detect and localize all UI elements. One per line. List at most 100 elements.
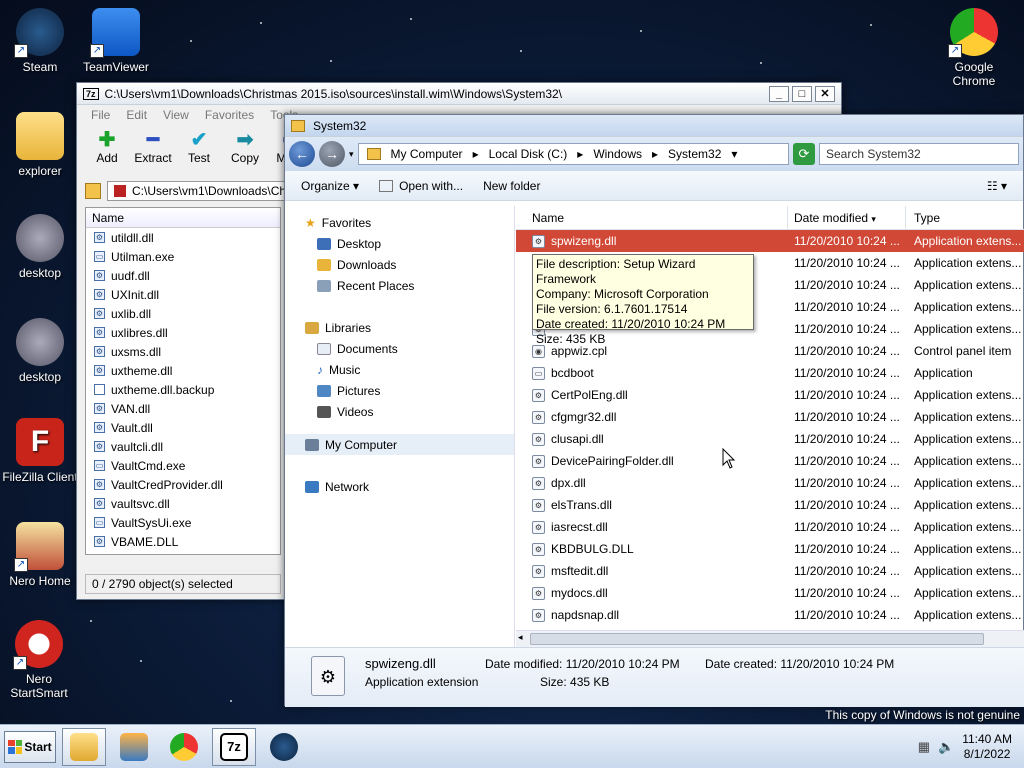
- maximize-button[interactable]: □: [792, 85, 812, 102]
- taskbar-chrome[interactable]: [162, 728, 206, 766]
- table-row[interactable]: ⚙ mydocs.dll 11/20/2010 10:24 ... Applicati…: [516, 582, 1024, 604]
- nav-music[interactable]: ♪ Music: [305, 359, 514, 380]
- sevenzip-titlebar[interactable]: 7z C:\Users\vm1\Downloads\Christmas 2015…: [77, 83, 841, 105]
- nav-my-computer[interactable]: My Computer: [285, 434, 514, 455]
- list-item[interactable]: ⚙ Vault.dll: [86, 418, 280, 437]
- table-row[interactable]: ⚙ napdsnap.dll 11/20/2010 10:24 ... Applica…: [516, 604, 1024, 626]
- file-date: 11/20/2010 10:24 ...: [794, 234, 900, 248]
- list-item[interactable]: ⚙ VBAME.DLL: [86, 532, 280, 551]
- table-row[interactable]: ⚙ iasrecst.dll 11/20/2010 10:24 ... Applica…: [516, 516, 1024, 538]
- list-item[interactable]: ▭ Utilman.exe: [86, 247, 280, 266]
- back-button[interactable]: ←: [289, 141, 315, 167]
- taskbar-explorer[interactable]: [62, 727, 106, 766]
- network-status-icon[interactable]: ▦: [918, 739, 930, 755]
- column-header-type[interactable]: Type: [906, 206, 1024, 229]
- column-header-name[interactable]: Name: [516, 206, 788, 229]
- nav-downloads[interactable]: Downloads: [305, 254, 514, 275]
- list-item[interactable]: ⚙ VaultCredProvider.dll: [86, 475, 280, 494]
- open-with-button[interactable]: Open with...: [379, 179, 463, 193]
- taskbar-media-player[interactable]: [112, 728, 156, 766]
- volume-icon[interactable]: 🔈: [938, 739, 954, 755]
- close-button[interactable]: ✕: [815, 85, 835, 102]
- table-row[interactable]: ⚙ CertPolEng.dll 11/20/2010 10:24 ... Appli…: [516, 384, 1024, 406]
- nav-libraries[interactable]: Libraries: [305, 317, 514, 338]
- list-item[interactable]: ⚙ uxsms.dll: [86, 342, 280, 361]
- taskbar-steam[interactable]: [262, 728, 306, 766]
- nav-videos[interactable]: Videos: [305, 401, 514, 422]
- list-item[interactable]: ⚙ uxtheme.dll: [86, 361, 280, 380]
- view-options-icon[interactable]: ☷ ▾: [987, 179, 1007, 193]
- add-button[interactable]: ✚ Add: [87, 129, 127, 179]
- list-item[interactable]: ⚙ VAN.dll: [86, 399, 280, 418]
- breadcrumb-item[interactable]: Local Disk (C:): [489, 147, 568, 161]
- table-row[interactable]: ⚙ DevicePairingFolder.dll 11/20/2010 10:24…: [516, 450, 1024, 472]
- list-item[interactable]: ⚙ vaultcli.dll: [86, 437, 280, 456]
- refresh-button[interactable]: ⟳: [793, 143, 815, 165]
- list-item[interactable]: ⚙ vaultsvc.dll: [86, 494, 280, 513]
- list-item[interactable]: uxtheme.dll.backup: [86, 380, 280, 399]
- recent-pages-dropdown[interactable]: ▾: [349, 149, 354, 160]
- explorer-window[interactable]: System32 ← → ▾ My Computer ▸ Local Disk (…: [284, 114, 1024, 707]
- table-row-selected[interactable]: ⚙ spwizeng.dll 11/20/2010 10:24 ... Applica…: [516, 230, 1024, 252]
- list-item[interactable]: ⚙ UXInit.dll: [86, 285, 280, 304]
- table-row[interactable]: ⚙ elsTrans.dll 11/20/2010 10:24 ... Applica…: [516, 494, 1024, 516]
- breadcrumb-item[interactable]: System32: [668, 147, 721, 161]
- table-row[interactable]: ⚙ KBDBULG.DLL 11/20/2010 10:24 ... Applicat…: [516, 538, 1024, 560]
- desktop-icon-explorer[interactable]: explorer: [0, 112, 80, 178]
- taskbar-7zip[interactable]: 7z: [212, 727, 256, 766]
- desktop-icon-steam[interactable]: ↗ Steam: [0, 8, 80, 74]
- list-item[interactable]: ⚙ uudf.dll: [86, 266, 280, 285]
- table-row[interactable]: ⚙ msftedit.dll 11/20/2010 10:24 ... Applica…: [516, 560, 1024, 582]
- table-row[interactable]: ⚙ cfgmgr32.dll 11/20/2010 10:24 ... Applica…: [516, 406, 1024, 428]
- folder-up-icon[interactable]: [85, 183, 101, 199]
- desktop-icon-nero-startsmart[interactable]: ↗ Nero StartSmart: [0, 620, 78, 700]
- nav-recent-places[interactable]: Recent Places: [305, 275, 514, 296]
- extract-button[interactable]: ━ Extract: [133, 129, 173, 179]
- breadcrumb[interactable]: My Computer ▸ Local Disk (C:) ▸ Windows ▸ S…: [357, 143, 789, 165]
- list-item[interactable]: ▭ VaultSysUi.exe: [86, 513, 280, 532]
- file-name: Utilman.exe: [111, 249, 175, 264]
- scroll-left-icon[interactable]: ◂: [518, 632, 523, 643]
- forward-button[interactable]: →: [319, 141, 345, 167]
- breadcrumb-item[interactable]: My Computer: [391, 147, 463, 161]
- list-item[interactable]: ⚙ uxlibres.dll: [86, 323, 280, 342]
- column-header-name[interactable]: Name: [86, 208, 280, 228]
- clock[interactable]: 11:40 AM 8/1/2022: [962, 732, 1012, 762]
- nav-desktop[interactable]: Desktop: [305, 233, 514, 254]
- tool-label: Test: [187, 151, 210, 165]
- list-item[interactable]: ⚙ utildll.dll: [86, 228, 280, 247]
- explorer-titlebar[interactable]: System32: [285, 115, 1023, 137]
- copy-button[interactable]: ➡ Copy: [225, 129, 265, 179]
- table-row[interactable]: ⚙ clusapi.dll 11/20/2010 10:24 ... Applicat…: [516, 428, 1024, 450]
- table-row[interactable]: ▭ bcdboot 11/20/2010 10:24 ... Application: [516, 362, 1024, 384]
- minimize-button[interactable]: _: [769, 85, 789, 102]
- start-button[interactable]: Start: [4, 730, 56, 763]
- scrollbar-thumb[interactable]: [530, 633, 984, 645]
- new-folder-button[interactable]: New folder: [483, 179, 540, 193]
- menu-file[interactable]: File: [91, 108, 110, 122]
- menu-favorites[interactable]: Favorites: [205, 108, 254, 122]
- nav-documents[interactable]: Documents: [305, 338, 514, 359]
- desktop-icon-chrome[interactable]: ↗ Google Chrome: [934, 8, 1014, 88]
- column-header-date-modified[interactable]: Date modified ▾: [788, 206, 906, 229]
- desktop-icon-desktop-1[interactable]: desktop: [0, 214, 80, 280]
- search-input[interactable]: Search System32: [819, 143, 1019, 165]
- nav-pictures[interactable]: Pictures: [305, 380, 514, 401]
- desktop-icon-nero-home[interactable]: ↗ Nero Home: [0, 522, 80, 588]
- breadcrumb-item[interactable]: Windows: [593, 147, 642, 161]
- sevenzip-file-list[interactable]: Name ⚙ utildll.dll ▭ Utilman.exe ⚙ uudf.dll…: [85, 207, 281, 555]
- desktop-icon-desktop-2[interactable]: desktop: [0, 318, 80, 384]
- table-row[interactable]: ⚙ dpx.dll 11/20/2010 10:24 ... Application …: [516, 472, 1024, 494]
- file-type: Application extens...: [914, 476, 1022, 490]
- nav-favorites[interactable]: ★ Favorites: [305, 212, 514, 233]
- organize-button[interactable]: Organize ▾: [301, 179, 359, 193]
- list-item[interactable]: ⚙ uxlib.dll: [86, 304, 280, 323]
- horizontal-scrollbar[interactable]: ◂: [516, 630, 1024, 647]
- test-button[interactable]: ✔ Test: [179, 129, 219, 179]
- list-item[interactable]: ▭ VaultCmd.exe: [86, 456, 280, 475]
- menu-view[interactable]: View: [163, 108, 189, 122]
- desktop-icon-teamviewer[interactable]: ↗ TeamViewer: [76, 8, 156, 74]
- menu-edit[interactable]: Edit: [126, 108, 147, 122]
- nav-network[interactable]: Network: [285, 476, 514, 497]
- desktop-icon-filezilla[interactable]: F FileZilla Client: [0, 418, 80, 484]
